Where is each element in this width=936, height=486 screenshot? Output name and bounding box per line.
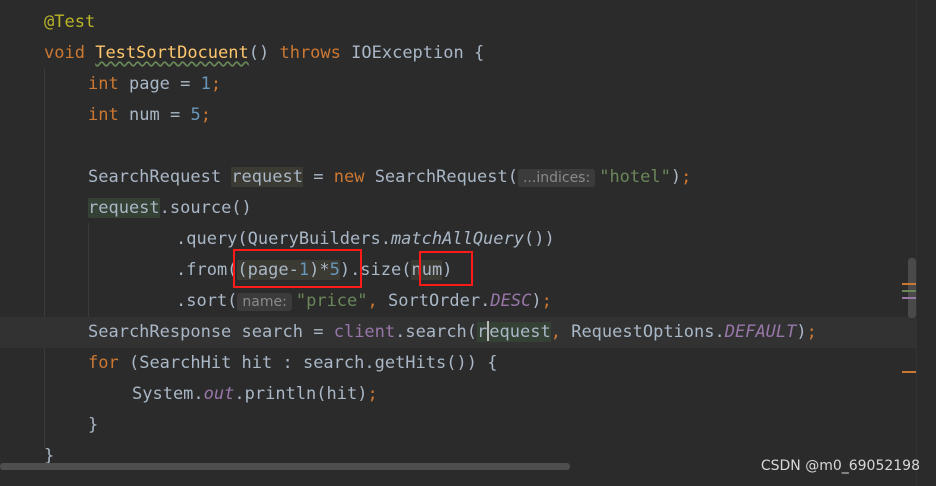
println-call[interactable]: .println(hit) <box>234 384 367 404</box>
highlight-box-size-argument <box>419 251 473 286</box>
match-all-query-method[interactable]: matchAllQuery <box>391 229 524 249</box>
throws-keyword: throws <box>279 43 341 63</box>
int-keyword: int <box>88 74 119 94</box>
query-close: ()) <box>524 229 555 249</box>
open-brace: { <box>473 43 485 63</box>
vertical-scrollbar[interactable] <box>916 0 936 486</box>
search-call[interactable]: .search( <box>395 322 477 342</box>
watermark: CSDN @m0_69052198 <box>760 458 920 474</box>
error-stripe-marker[interactable] <box>902 290 916 292</box>
source-call[interactable]: .source() <box>160 198 252 218</box>
request-reference[interactable]: request <box>88 198 160 218</box>
equals-operator: = <box>313 167 324 187</box>
code-line-source: request.source() <box>0 193 916 224</box>
void-keyword: void <box>44 43 85 63</box>
comma: , <box>367 291 378 311</box>
exception-type[interactable]: IOException <box>351 43 464 63</box>
semicolon: ; <box>367 384 378 404</box>
client-field[interactable]: client <box>334 322 395 342</box>
from-call[interactable]: .from( <box>176 260 237 280</box>
horizontal-scrollbar-thumb[interactable] <box>0 463 570 470</box>
semicolon: ; <box>541 291 552 311</box>
close-paren: ) <box>531 291 542 311</box>
highlight-box-from-expression <box>233 249 362 288</box>
code-line-request-decl: SearchRequest request = new SearchReques… <box>0 162 916 193</box>
equals-operator: = <box>169 105 181 125</box>
request-arg-rest: equest <box>489 322 551 342</box>
close-brace: } <box>88 415 99 435</box>
equals-operator: = <box>180 74 191 94</box>
equals-operator: = <box>313 322 324 342</box>
code-line-sort: .sort(name: "price", SortOrder.DESC); <box>0 286 916 317</box>
sort-order-desc[interactable]: DESC <box>490 291 531 311</box>
comma: , <box>550 322 561 342</box>
code-line-annotation: @Test <box>0 7 916 38</box>
request-options-default[interactable]: DEFAULT <box>725 322 797 342</box>
request-arg-start: r <box>477 322 488 342</box>
search-response-type[interactable]: SearchResponse <box>88 322 231 342</box>
int-keyword: int <box>88 105 119 125</box>
semicolon: ; <box>210 74 222 94</box>
error-stripe-marker[interactable] <box>902 283 916 285</box>
index-string: "hotel" <box>599 167 671 187</box>
out-field[interactable]: out <box>204 384 235 404</box>
code-line-page-decl: int page = 1; <box>0 69 916 100</box>
constructor-call[interactable]: SearchRequest( <box>375 167 518 187</box>
param-hint-indices: ...indices: <box>517 169 596 187</box>
error-stripe-marker[interactable] <box>902 297 916 299</box>
annotation-test: @Test <box>44 12 96 32</box>
semicolon: ; <box>200 105 211 125</box>
for-keyword: for <box>88 353 119 373</box>
num-variable[interactable]: num <box>129 105 160 125</box>
sort-order-class[interactable]: SortOrder. <box>388 291 490 311</box>
code-line-close-for: } <box>0 410 916 441</box>
code-line-search-response: SearchResponse search = client.search(r e… <box>0 317 916 348</box>
close-paren: ) <box>670 167 682 187</box>
method-params: () <box>248 43 270 63</box>
search-request-type[interactable]: SearchRequest <box>88 167 221 187</box>
sort-call[interactable]: .sort( <box>176 291 237 311</box>
search-variable[interactable]: search <box>242 322 303 342</box>
close-paren: ) <box>796 322 807 342</box>
vertical-scrollbar-thumb[interactable] <box>908 258 916 318</box>
warning-stripe-marker[interactable] <box>902 371 916 373</box>
param-hint-name: name: <box>237 293 292 311</box>
system-class[interactable]: System. <box>132 384 204 404</box>
code-line-num-decl: int num = 5; <box>0 100 916 131</box>
num-value: 5 <box>190 105 201 125</box>
new-keyword: new <box>333 167 365 187</box>
request-options-class[interactable]: RequestOptions. <box>571 322 725 342</box>
code-line-method-signature: void TestSortDocuent() throws IOExceptio… <box>0 38 916 69</box>
request-variable[interactable]: request <box>231 167 303 187</box>
code-line-println: System.out.println(hit); <box>0 379 916 410</box>
page-variable[interactable]: page <box>129 74 170 94</box>
semicolon: ; <box>681 167 692 187</box>
sort-field-string: "price" <box>295 291 368 311</box>
semicolon: ; <box>806 322 817 342</box>
for-loop-body[interactable]: (SearchHit hit : search.getHits()) { <box>129 353 497 373</box>
method-name[interactable]: TestSortDocuent <box>95 43 249 63</box>
code-editor[interactable]: @Test void TestSortDocuent() throws IOEx… <box>0 0 916 486</box>
page-value: 1 <box>200 74 211 94</box>
code-line-for-loop: for (SearchHit hit : search.getHits()) { <box>0 348 916 379</box>
query-call[interactable]: .query(QueryBuilders. <box>176 229 391 249</box>
